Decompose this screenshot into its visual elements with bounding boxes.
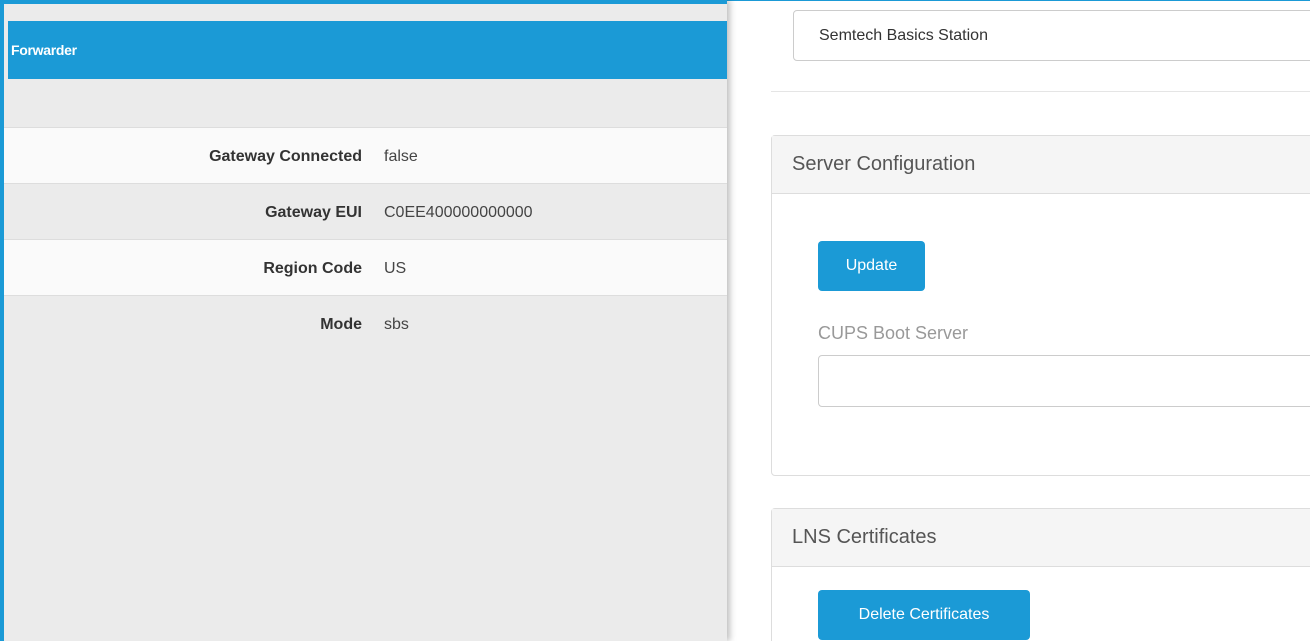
update-button[interactable]: Update (818, 241, 925, 291)
lns-certificates-title: LNS Certificates (792, 526, 937, 548)
section-divider (771, 91, 1310, 92)
cups-boot-server-input[interactable] (818, 355, 1310, 407)
info-row-mode: Mode sbs (4, 295, 727, 351)
lns-certificates-card: LNS Certificates Delete Certificates (771, 508, 1310, 641)
station-type-select[interactable]: Semtech Basics Station (793, 10, 1310, 61)
info-row-region-code: Region Code US (4, 239, 727, 295)
delete-certificates-button[interactable]: Delete Certificates (818, 590, 1030, 640)
info-row-gateway-eui: Gateway EUI C0EE400000000000 (4, 183, 727, 239)
info-row-gateway-connected: Gateway Connected false (4, 127, 727, 183)
screen: Forwarder Gateway Connected false Gatewa… (0, 0, 1310, 641)
info-label: Gateway Connected (209, 148, 362, 165)
info-value: false (384, 148, 418, 165)
forwarder-info-table: Gateway Connected false Gateway EUI C0EE… (4, 127, 727, 351)
info-value: US (384, 260, 407, 277)
panel-spacer (4, 79, 727, 127)
station-type-selected-value: Semtech Basics Station (819, 26, 988, 44)
server-configuration-heading: Server Configuration (772, 136, 1310, 194)
lns-certificates-heading: LNS Certificates (772, 509, 1310, 567)
info-value: sbs (384, 316, 409, 333)
top-accent-line (727, 0, 1310, 1)
server-configuration-title: Server Configuration (792, 153, 976, 175)
forwarder-panel-title: Forwarder (11, 42, 77, 58)
info-label: Mode (320, 316, 362, 333)
configuration-content: Semtech Basics Station Server Configurat… (727, 0, 1310, 641)
forwarder-panel: Forwarder Gateway Connected false Gatewa… (0, 0, 727, 641)
forwarder-panel-header: Forwarder (8, 21, 727, 79)
info-label: Gateway EUI (265, 204, 362, 221)
info-value: C0EE400000000000 (384, 204, 533, 221)
cups-boot-server-label: CUPS Boot Server (818, 323, 969, 343)
info-label: Region Code (263, 260, 362, 277)
server-configuration-card: Server Configuration Update CUPS Boot Se… (771, 135, 1310, 476)
